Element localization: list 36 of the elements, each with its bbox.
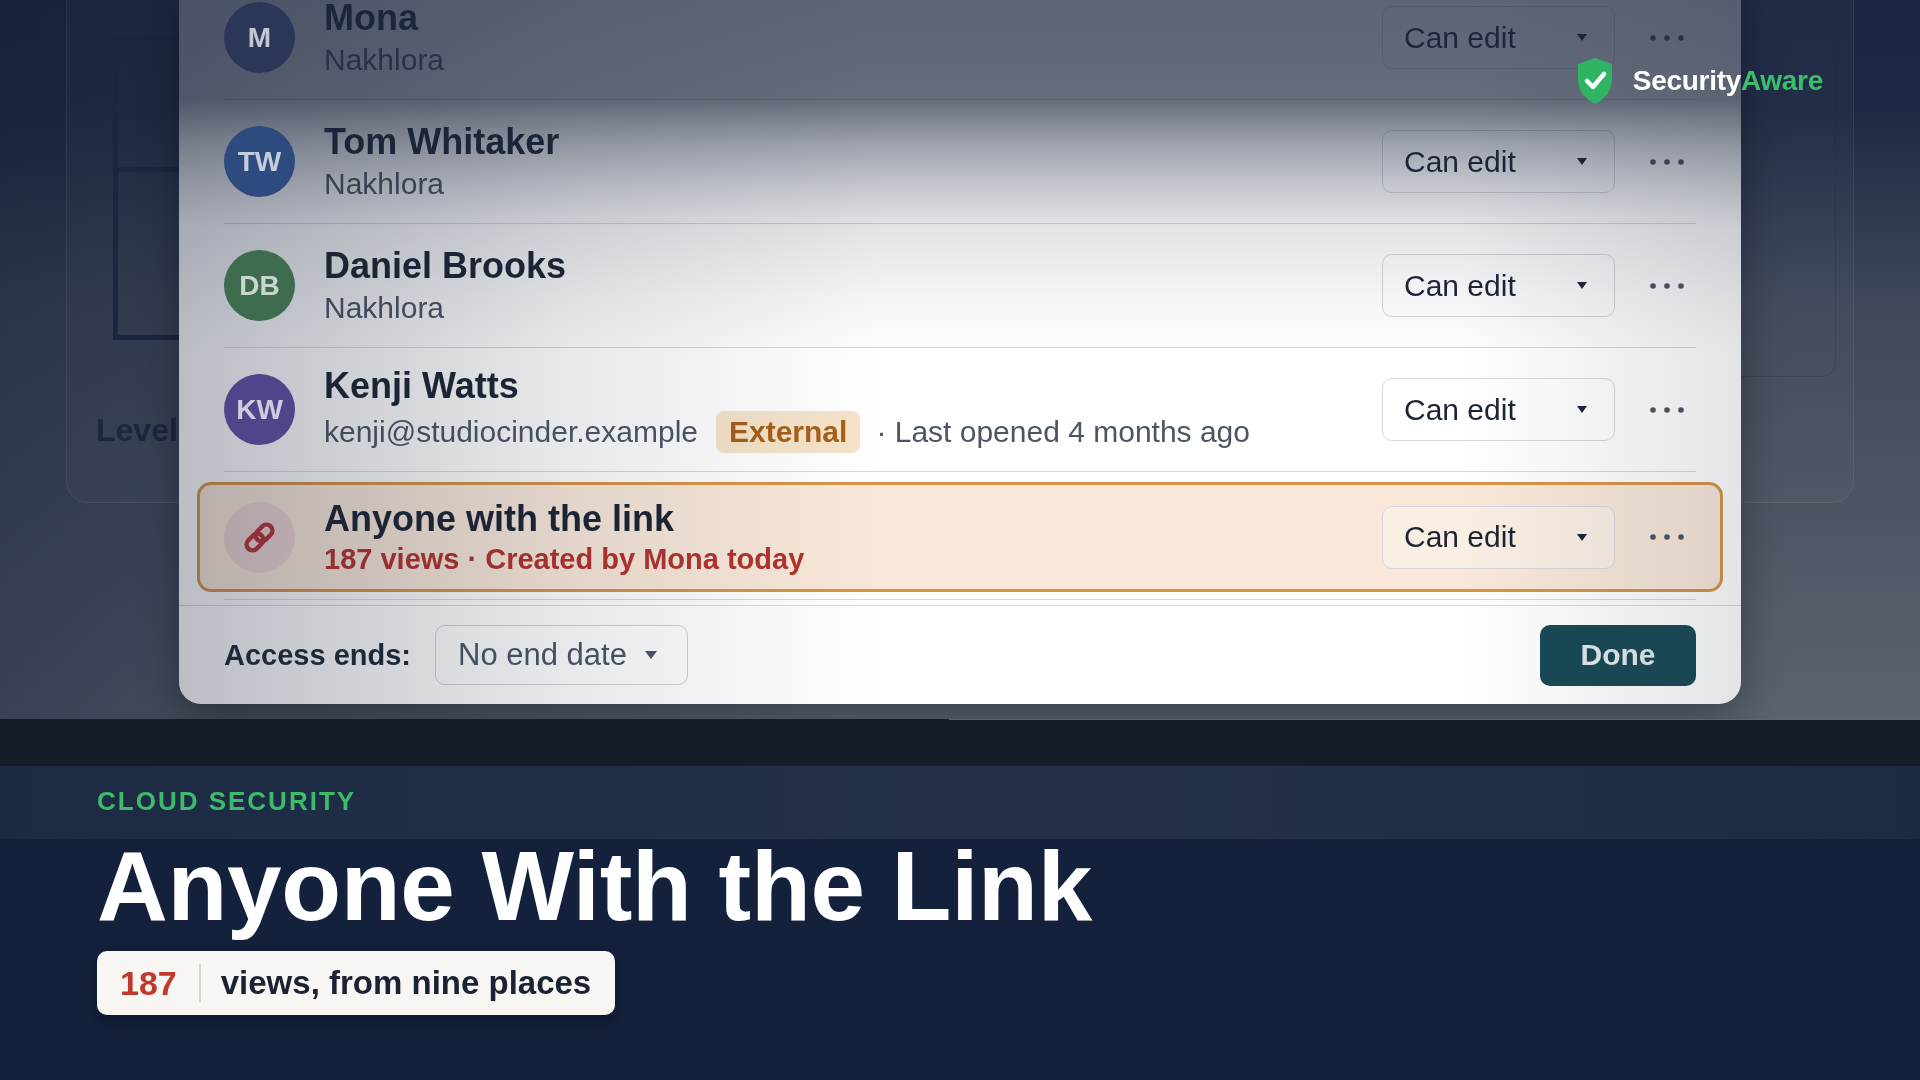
caret-icon <box>1577 282 1587 289</box>
link-access-row[interactable]: Anyone with the link 187 views · Created by Mona today Can edit <box>197 482 1723 592</box>
more-icon <box>1650 158 1684 165</box>
more-icon <box>1650 34 1684 41</box>
link-access-title: Anyone with the link <box>324 497 674 539</box>
link-access-detail: 187 views · Created by Mona today <box>324 542 805 575</box>
avatar: DB <box>224 250 295 321</box>
stat-value: 187 <box>120 963 177 1003</box>
caret-icon <box>1577 34 1587 41</box>
stat-text: views, from nine places <box>220 964 592 1002</box>
member-name: Kenji Watts <box>324 365 519 406</box>
more-icon <box>1650 406 1684 413</box>
done-button[interactable]: Done <box>1540 624 1696 686</box>
avatar: TW <box>224 126 295 197</box>
shield-check-icon <box>1575 57 1614 105</box>
avatar: M <box>224 2 295 73</box>
caret-icon <box>1577 533 1587 541</box>
headline: Anyone With the Link <box>97 830 1092 943</box>
member-name: Daniel Brooks <box>324 245 567 286</box>
caret-icon <box>1577 158 1587 165</box>
caret-icon <box>644 651 657 659</box>
member-detail: kenji@studiocinder.example <box>324 415 698 449</box>
avatar: KW <box>224 374 295 445</box>
more-icon <box>1650 534 1684 540</box>
brand-name: SecurityAware <box>1632 65 1823 97</box>
category-label: CLOUD SECURITY <box>97 786 357 816</box>
member-detail: Nakhlora <box>324 167 445 201</box>
member-name: Tom Whitaker <box>324 121 560 162</box>
member-detail: Nakhlora <box>324 291 445 325</box>
more-icon <box>1650 282 1684 289</box>
caret-icon <box>1577 406 1587 413</box>
link-icon <box>224 501 295 573</box>
member-name: Mona <box>324 0 418 38</box>
external-tag: External <box>716 411 861 453</box>
access-ends-label: Access ends: <box>224 638 411 672</box>
last-opened-note: · Last opened 4 months ago <box>876 415 1250 449</box>
